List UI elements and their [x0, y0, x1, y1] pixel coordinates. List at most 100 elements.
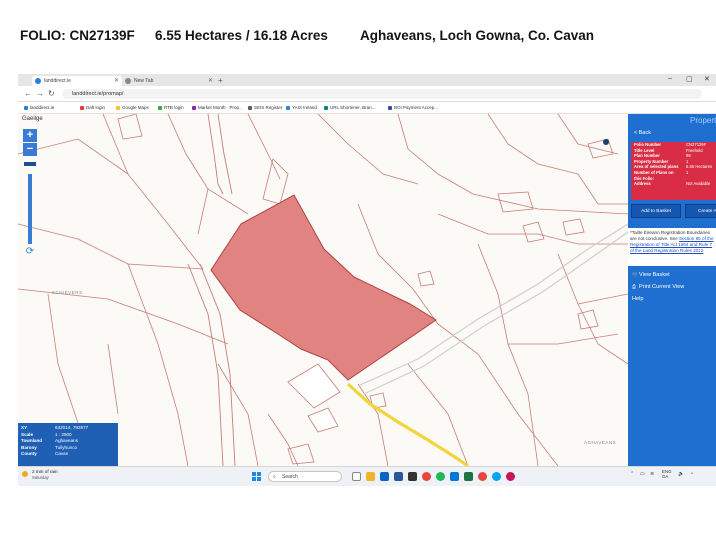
- add-to-basket-button[interactable]: Add to Basket: [631, 204, 681, 218]
- bookmark-google-maps[interactable]: Google Maps: [116, 103, 149, 113]
- map-drawing: [18, 114, 628, 466]
- chevron-up-icon[interactable]: ⌃: [630, 471, 634, 477]
- search-icon: ⌕: [273, 474, 276, 480]
- cart-icon: 🛒: [632, 272, 639, 278]
- browser-tab-bar: landdirect.ie ✕ New Tab ✕ + – ▢ ✕: [18, 74, 716, 86]
- info-key: XY: [21, 425, 28, 430]
- info-value: 1 : 2500: [55, 431, 72, 437]
- selected-parcel: [210, 194, 437, 381]
- bookmark-label: Daft login: [86, 105, 106, 110]
- help-link[interactable]: Help: [632, 296, 644, 302]
- print-view-link[interactable]: ⎙ Print Current View: [632, 284, 684, 290]
- white-plots: [287, 363, 341, 433]
- folio-number-heading: FOLIO: CN27139F: [20, 28, 135, 43]
- bookmark-boi[interactable]: BOI Payment Accep...: [388, 103, 438, 113]
- window-close-icon[interactable]: ✕: [704, 75, 710, 83]
- create-button[interactable]: Create A: [685, 204, 716, 218]
- property-details-table: Folio Number CN27139F Title Level Freehold…: [631, 142, 716, 200]
- tab-label: landdirect.ie: [44, 78, 71, 84]
- zoom-slider-handle[interactable]: [24, 162, 36, 166]
- bookmark-icon: [80, 106, 84, 110]
- refresh-icon[interactable]: ⟳: [24, 246, 36, 258]
- map-marker: [603, 139, 609, 145]
- view-basket-link[interactable]: 🛒View Basket: [632, 272, 670, 278]
- weather-text[interactable]: 2 mm of rain: [32, 469, 58, 474]
- outlook-icon[interactable]: [450, 472, 459, 481]
- forward-arrow-icon[interactable]: →: [36, 89, 44, 99]
- app-icon-2[interactable]: [394, 472, 403, 481]
- zoom-out-button[interactable]: −: [23, 143, 37, 156]
- info-key: Scale: [21, 431, 34, 437]
- bookmark-label: landdirect.ie: [30, 105, 55, 110]
- url-text: landdirect.ie/promap/: [72, 91, 124, 97]
- bookmark-daft[interactable]: Daft login: [80, 103, 105, 113]
- bookmark-url-shortener[interactable]: URL Shortener, Bran...: [324, 103, 375, 113]
- chrome-icon[interactable]: [422, 472, 431, 481]
- reload-icon[interactable]: ↻: [48, 89, 55, 99]
- bookmark-landdirect[interactable]: landdirect.ie: [24, 103, 54, 113]
- windows-start-icon[interactable]: [252, 472, 261, 481]
- area-heading: 6.55 Hectares / 16.18 Acres: [155, 28, 328, 43]
- info-key: County: [21, 451, 37, 457]
- info-row: County Cavan: [21, 451, 115, 458]
- new-tab-button[interactable]: +: [218, 76, 223, 86]
- bookmark-icon: [324, 106, 328, 110]
- print-view-label: Print Current View: [639, 284, 685, 290]
- excel-icon[interactable]: [464, 472, 473, 481]
- tab-landdirect[interactable]: landdirect.ie ✕: [32, 76, 122, 86]
- close-icon[interactable]: ✕: [208, 76, 213, 86]
- back-arrow-icon[interactable]: ←: [24, 89, 32, 99]
- bookmark-icon: [116, 106, 120, 110]
- edge-icon[interactable]: [492, 472, 501, 481]
- page: FOLIO: CN27139F 6.55 Hectares / 16.18 Ac…: [0, 0, 716, 537]
- windows-taskbar: 2 mm of rain Saturday ⌕ Search ⌃ ▭ ≋ ENG G…: [18, 466, 716, 486]
- tab-new-tab[interactable]: New Tab ✕: [122, 76, 216, 86]
- file-explorer-icon[interactable]: [366, 472, 375, 481]
- bookmarks-bar: landdirect.ie Daft login Google Maps RTB…: [18, 102, 716, 114]
- back-link[interactable]: < Back: [634, 130, 651, 136]
- app-icon-5[interactable]: [506, 472, 515, 481]
- taskbar-search-input[interactable]: ⌕ Search: [268, 471, 342, 482]
- weather-icon[interactable]: [22, 471, 28, 477]
- property-key: Address: [634, 181, 651, 187]
- document-heading: FOLIO: CN27139F 6.55 Hectares / 16.18 Ac…: [0, 28, 716, 48]
- bookmark-icon: [24, 106, 28, 110]
- bookmark-icon: [158, 106, 162, 110]
- bookmark-seis[interactable]: SEIS Register: [248, 103, 282, 113]
- speaker-icon[interactable]: 🔈: [678, 471, 684, 477]
- address-bar[interactable]: landdirect.ie/promap/: [62, 89, 702, 99]
- bookmark-market-month[interactable]: Market Month · Prop...: [192, 103, 243, 113]
- language-toggle[interactable]: Gaeilge: [22, 116, 43, 122]
- app-icon-4[interactable]: [436, 472, 445, 481]
- input-language[interactable]: ENG GA: [662, 469, 672, 479]
- map-canvas[interactable]: Gaeilge + − ⟳ SCHIEVERS AGHAVEANS XY 6320…: [18, 114, 628, 466]
- bookmark-label: Market Month · Prop...: [198, 105, 243, 110]
- bookmark-label: BOI Payment Accep...: [394, 105, 439, 110]
- address-row: ← → ↻ landdirect.ie/promap/: [18, 86, 716, 102]
- townland-label-west: SCHIEVERS: [52, 290, 83, 295]
- bookmark-rtb[interactable]: RTB login: [158, 103, 184, 113]
- zoom-in-button[interactable]: +: [23, 129, 37, 142]
- close-icon[interactable]: ✕: [114, 76, 119, 86]
- new-tab-favicon-icon: [125, 78, 131, 84]
- battery-icon[interactable]: ▭: [640, 471, 645, 477]
- maximize-icon[interactable]: ▢: [686, 75, 693, 83]
- language-subcode: GA: [662, 474, 669, 479]
- townland-label-east: AGHAVEANS: [584, 440, 617, 445]
- task-view-icon[interactable]: [352, 472, 361, 481]
- location-info-box: XY 632014, 792877 Scale 1 : 2500 Townland A…: [18, 423, 118, 466]
- notification-icon[interactable]: ◔: [690, 471, 693, 477]
- bookmark-label: Google Maps: [122, 105, 149, 110]
- chrome-icon-2[interactable]: [478, 472, 487, 481]
- info-value: Aghaveans: [55, 438, 78, 444]
- bookmark-label: YAIS Ireland: [292, 105, 317, 110]
- zoom-slider[interactable]: [28, 174, 32, 244]
- app-icon-1[interactable]: [380, 472, 389, 481]
- property-row: Address Not Available: [631, 181, 716, 187]
- wifi-icon[interactable]: ≋: [650, 471, 654, 477]
- bookmark-yais[interactable]: YAIS Ireland: [286, 103, 317, 113]
- minimize-icon[interactable]: –: [668, 75, 672, 82]
- app-icon-3[interactable]: [408, 472, 417, 481]
- info-value: Tullyhunco: [55, 444, 78, 450]
- property-value: Not Available: [686, 181, 711, 187]
